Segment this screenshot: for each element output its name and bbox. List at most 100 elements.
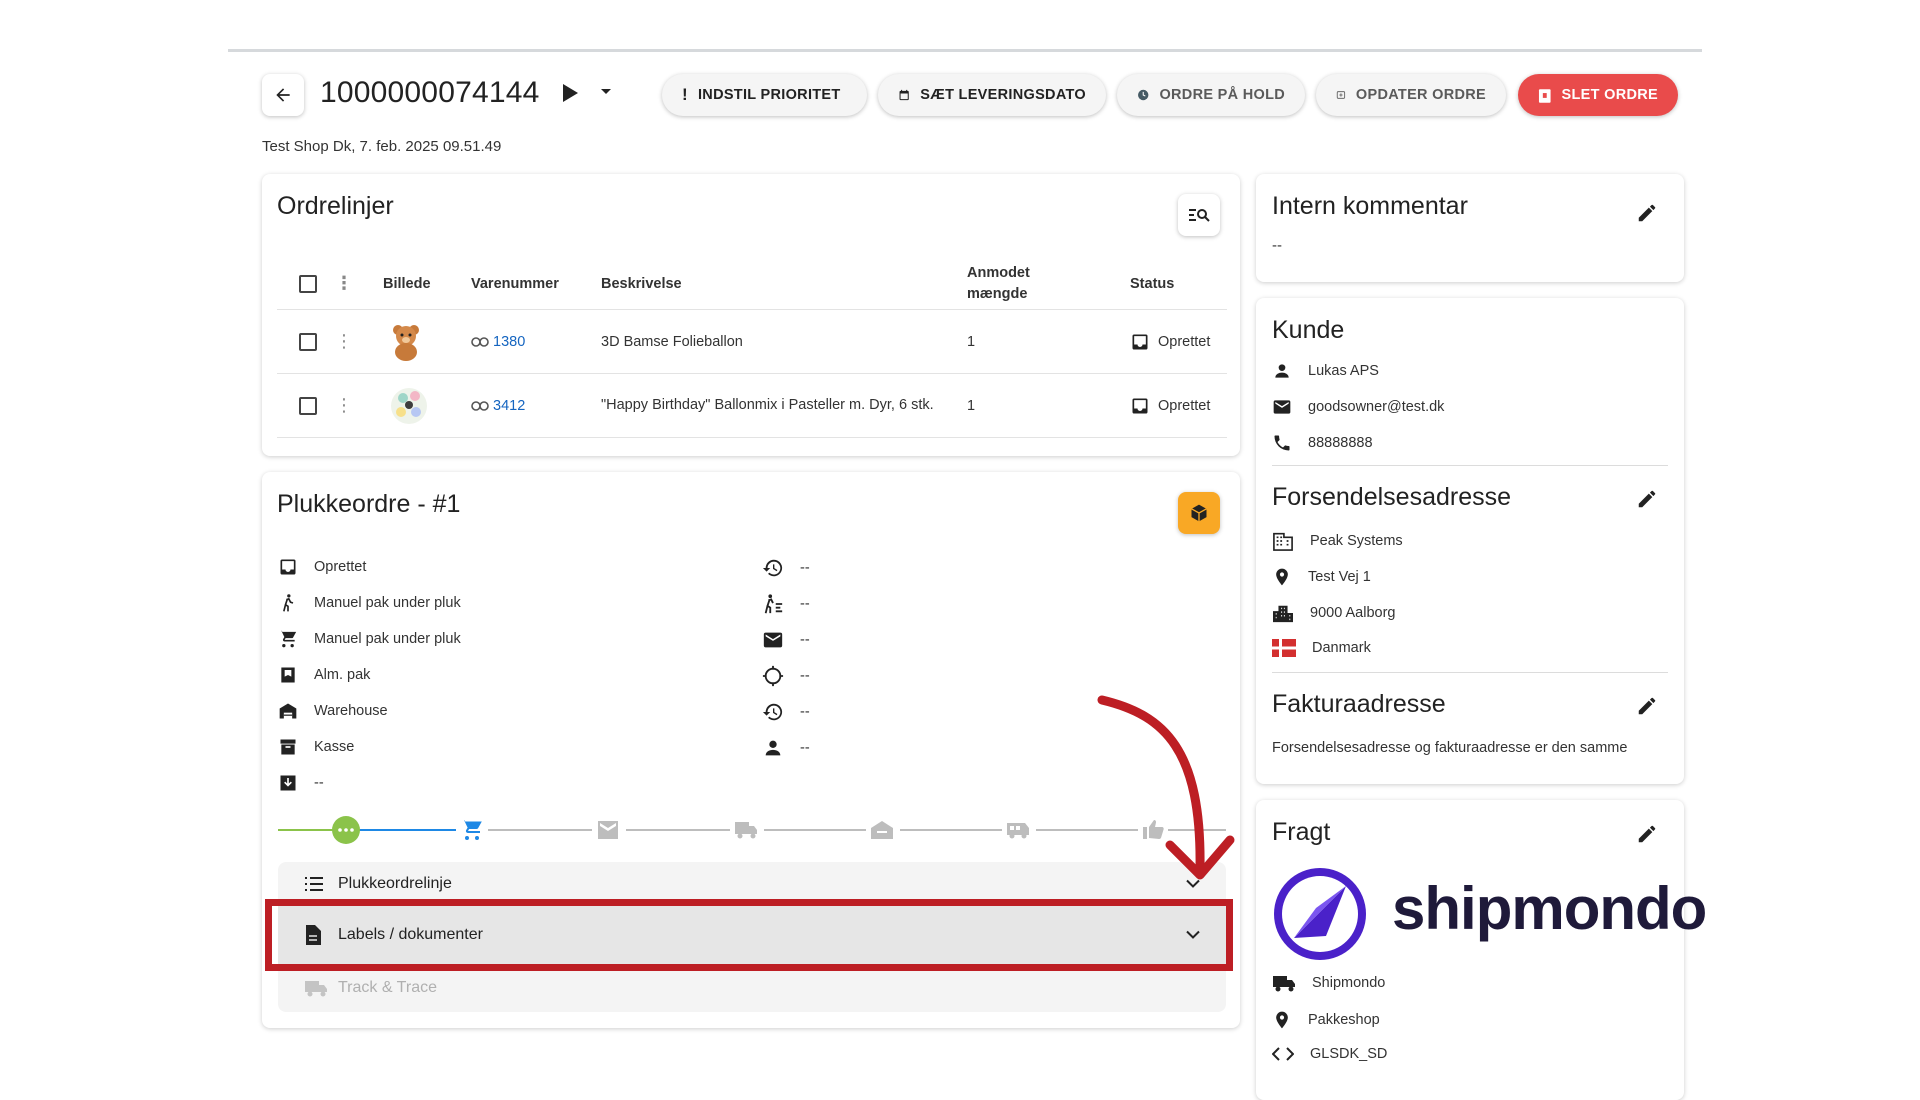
col-quantity-line2: mængde xyxy=(967,285,1028,302)
accordion-track-trace: Track & Trace xyxy=(278,964,1226,1012)
row-checkbox[interactable] xyxy=(299,396,317,415)
order-number: 1000000074144 xyxy=(320,76,540,109)
freight-code-row: GLSDK_SD xyxy=(1272,1046,1387,1062)
truck-icon xyxy=(1273,976,1295,992)
pick-info-text: -- xyxy=(800,668,810,684)
shipping-company: Peak Systems xyxy=(1310,533,1403,549)
pick-info-history: -- xyxy=(762,557,810,579)
book-icon xyxy=(281,667,295,683)
mail-icon xyxy=(1273,400,1291,414)
pick-info-text: Kasse xyxy=(314,739,355,755)
phone-icon xyxy=(1274,435,1290,451)
pick-info-mail: -- xyxy=(762,629,810,651)
play-icon[interactable] xyxy=(562,84,578,102)
divider xyxy=(1272,672,1668,673)
history-icon xyxy=(762,703,783,721)
archive-icon xyxy=(280,739,296,755)
shipmondo-logo-icon xyxy=(1274,868,1366,960)
product-image xyxy=(389,310,423,373)
update-order-button[interactable]: OPDATER ORDRE xyxy=(1316,74,1506,116)
column-menu-icon[interactable]: ⋮ xyxy=(335,258,353,309)
customer-phone-row: 88888888 xyxy=(1272,433,1373,453)
step-truck-icon xyxy=(730,818,764,842)
calendar-icon xyxy=(899,89,909,101)
shipping-city-row: 9000 Aalborg xyxy=(1272,603,1395,623)
set-delivery-date-button[interactable]: SÆT LEVERINGSDATO xyxy=(878,74,1106,116)
pick-info-text: Manuel pak under pluk xyxy=(314,631,461,647)
balloon-mix-image xyxy=(391,387,427,424)
pick-info-text: Manuel pak under pluk xyxy=(314,595,461,611)
edit-billing-pencil-icon[interactable] xyxy=(1636,695,1658,717)
step-warehouse-icon xyxy=(866,818,900,842)
pick-info-text: -- xyxy=(800,740,810,756)
link-icon xyxy=(471,400,489,411)
delete-order-button[interactable]: SLET ORDRE xyxy=(1518,74,1678,116)
pick-info-download: -- xyxy=(278,773,324,793)
internal-comment-title: Intern kommentar xyxy=(1272,192,1468,220)
pick-info-text: Oprettet xyxy=(314,559,367,575)
sku-link[interactable]: 1380 xyxy=(471,310,525,373)
accordion-track-trace-label: Track & Trace xyxy=(338,979,437,996)
sku-link[interactable]: 3412 xyxy=(471,374,525,437)
edit-shipping-pencil-icon[interactable] xyxy=(1636,488,1658,510)
delete-order-label: SLET ORDRE xyxy=(1561,87,1658,103)
person-icon xyxy=(1275,364,1289,378)
history-icon xyxy=(762,559,783,577)
package-button[interactable] xyxy=(1178,492,1220,534)
warehouse-icon xyxy=(279,703,297,719)
col-status: Status xyxy=(1130,275,1175,292)
shipping-city: 9000 Aalborg xyxy=(1310,605,1396,621)
update-order-label: OPDATER ORDRE xyxy=(1355,87,1486,103)
accordion-pick-lines-label: Plukkeordrelinje xyxy=(338,875,452,892)
pick-info-history-2: -- xyxy=(762,701,810,723)
freight-title: Fragt xyxy=(1272,818,1331,846)
set-priority-label: INDSTIL PRIORITET xyxy=(697,87,841,103)
pick-info-text: Warehouse xyxy=(314,703,388,719)
shipping-country: Danmark xyxy=(1312,640,1371,656)
crosshair-icon xyxy=(762,665,784,687)
caret-down-icon[interactable] xyxy=(600,88,612,96)
edit-comment-pencil-icon[interactable] xyxy=(1636,202,1658,224)
edit-freight-pencil-icon[interactable] xyxy=(1636,823,1658,845)
progress-tracker xyxy=(278,816,1226,844)
back-button[interactable] xyxy=(262,74,304,116)
step-cart-icon xyxy=(456,818,488,842)
shipmondo-logo-text: shipmondo xyxy=(1392,875,1707,942)
pick-info-warehouse: Warehouse xyxy=(278,701,388,721)
select-all-checkbox[interactable] xyxy=(299,274,317,293)
row-menu-icon[interactable]: ⋮ xyxy=(335,374,353,437)
billing-address-title: Fakturaadresse xyxy=(1272,690,1446,718)
row-checkbox[interactable] xyxy=(299,332,317,351)
customer-name: Lukas APS xyxy=(1308,363,1379,379)
order-on-hold-button[interactable]: ORDRE PÅ HOLD xyxy=(1117,74,1305,116)
table-row[interactable]: ⋮ 3412 "Happy Birthday" Ballonmix i Past… xyxy=(277,374,1227,438)
row-menu-icon[interactable]: ⋮ xyxy=(335,310,353,373)
pick-info-text: -- xyxy=(800,704,810,720)
exclamation-icon: ! xyxy=(682,85,688,104)
step-van-icon xyxy=(1002,818,1036,842)
shipping-address-title: Forsendelsesadresse xyxy=(1272,483,1512,511)
divider xyxy=(1272,465,1668,466)
person-picking-icon xyxy=(764,594,783,614)
billing-address-note: Forsendelsesadresse og fakturaadresse er… xyxy=(1272,740,1628,756)
step-mail-icon xyxy=(592,818,626,842)
shipping-company-row: Peak Systems xyxy=(1272,531,1403,551)
product-image xyxy=(389,374,429,437)
pick-info-picker: -- xyxy=(762,593,810,615)
pick-info-box: Kasse xyxy=(278,737,354,757)
building-icon xyxy=(1273,532,1293,551)
col-quantity: Anmodet mængde xyxy=(967,258,1030,309)
set-priority-button[interactable]: ! INDSTIL PRIORITET xyxy=(662,74,867,116)
customer-email[interactable]: goodsowner@test.dk xyxy=(1308,399,1444,415)
customer-title: Kunde xyxy=(1272,316,1345,344)
col-sku: Varenummer xyxy=(471,275,559,292)
update-icon xyxy=(1336,91,1346,99)
table-row[interactable]: ⋮ 1380 3D Bamse Folieballon 1 Oprettet xyxy=(277,310,1227,374)
top-divider xyxy=(228,49,1702,52)
filter-search-button[interactable] xyxy=(1178,194,1220,236)
customer-phone[interactable]: 88888888 xyxy=(1308,435,1373,451)
highlight-box xyxy=(265,899,1233,971)
location-pin-icon xyxy=(1276,1011,1288,1029)
freight-carrier: Shipmondo xyxy=(1312,975,1386,991)
inbox-icon xyxy=(280,559,296,575)
